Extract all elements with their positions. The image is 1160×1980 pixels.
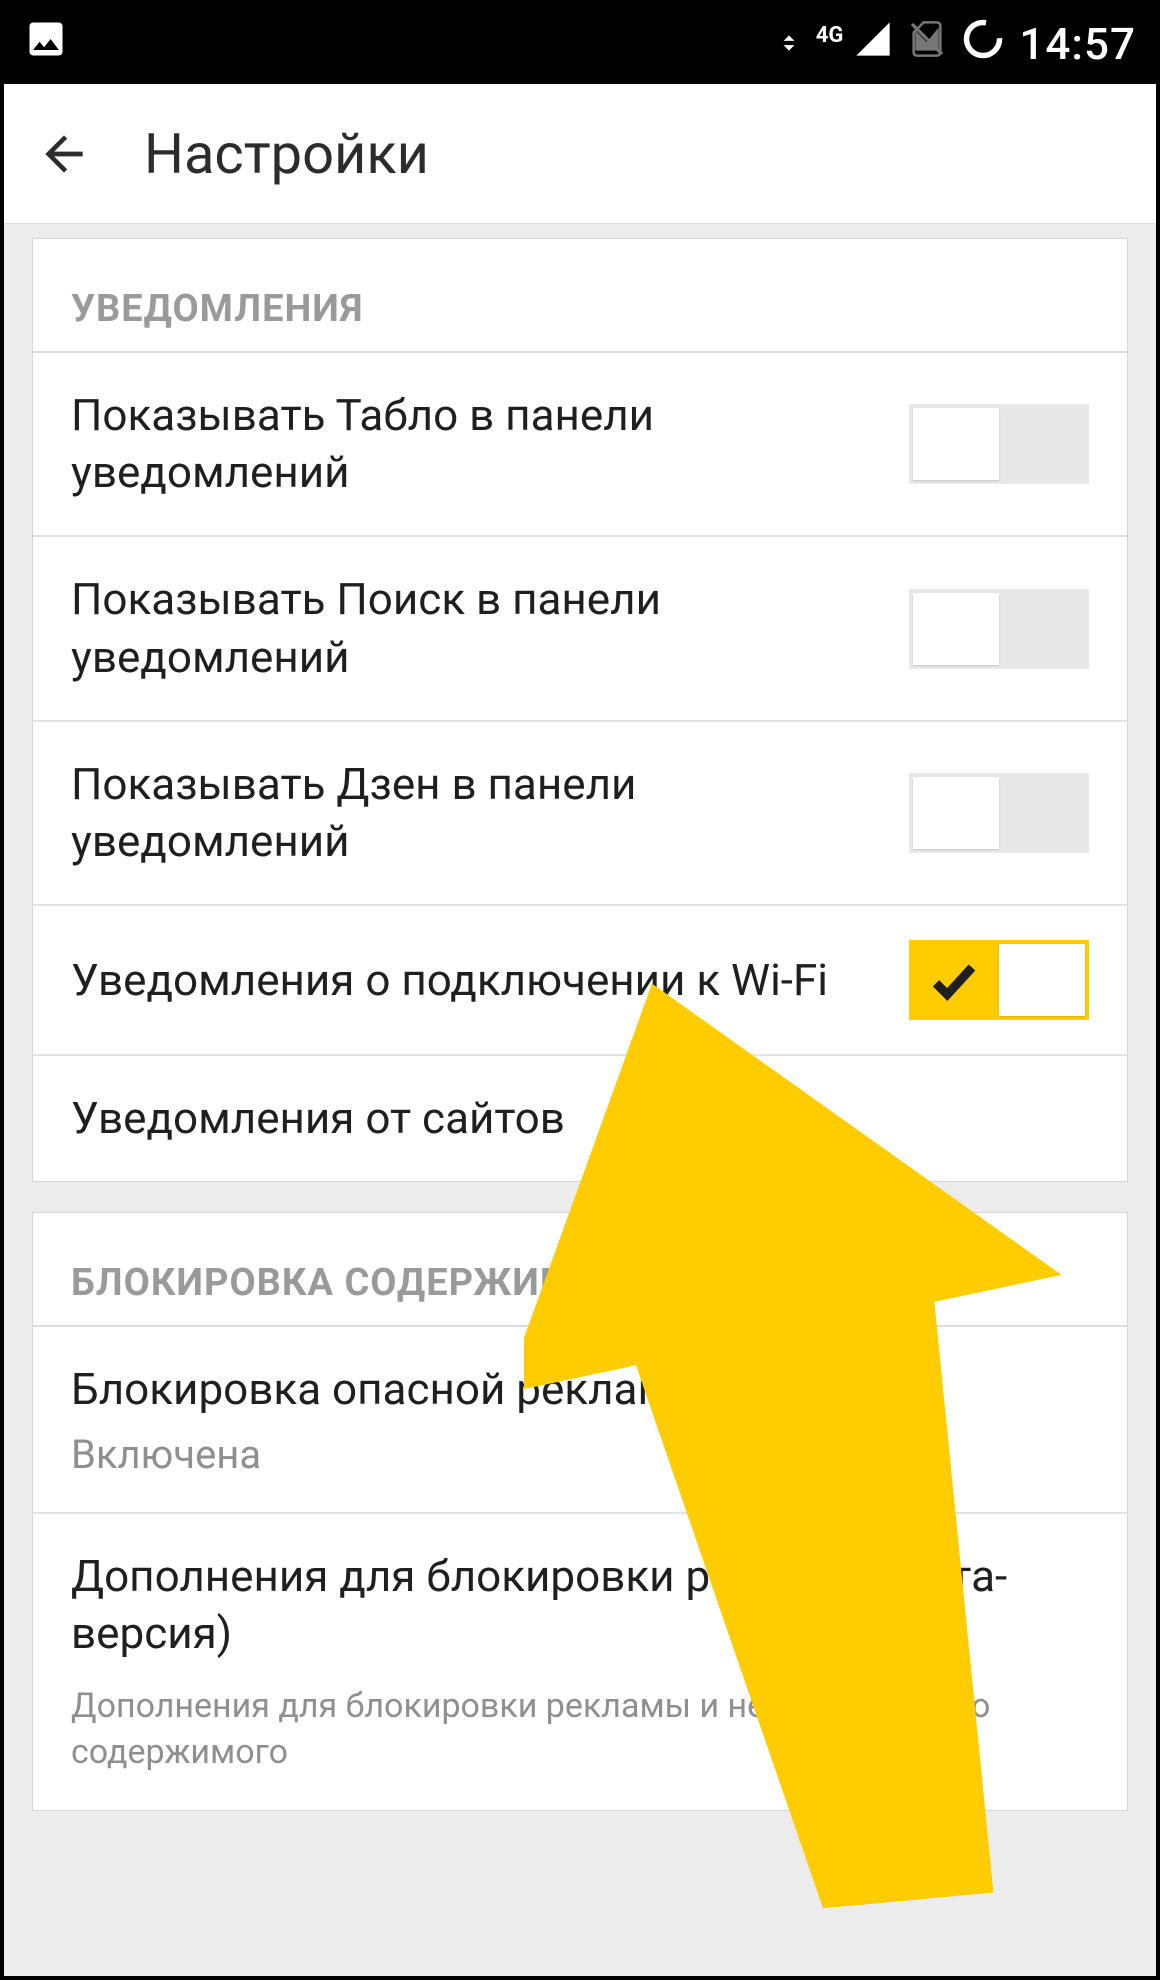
- setting-row-zen[interactable]: Показывать Дзен в панели уведомлений: [33, 722, 1127, 906]
- photo-icon: [24, 17, 68, 71]
- check-icon: [927, 954, 981, 1008]
- toggle-wifi[interactable]: [909, 940, 1089, 1020]
- setting-row-site-notifications[interactable]: Уведомления от сайтов: [33, 1056, 1127, 1181]
- setting-row-adblock[interactable]: Блокировка опасной рекламы Включена: [33, 1327, 1127, 1513]
- setting-row-wifi[interactable]: Уведомления о подключении к Wi-Fi: [33, 906, 1127, 1056]
- loading-icon: [961, 17, 1005, 71]
- app-bar: Настройки: [4, 84, 1156, 224]
- toggle-search[interactable]: [909, 589, 1089, 669]
- updown-icon: [776, 21, 802, 68]
- signal-icon: [853, 19, 893, 69]
- section-notifications: УВЕДОМЛЕНИЯ Показывать Табло в панели ув…: [32, 238, 1128, 1182]
- network-label: 4G: [816, 23, 844, 48]
- setting-row-search[interactable]: Показывать Поиск в панели уведомлений: [33, 537, 1127, 721]
- section-header-notifications: УВЕДОМЛЕНИЯ: [33, 239, 1127, 353]
- setting-row-tablo[interactable]: Показывать Табло в панели уведомлений: [33, 353, 1127, 537]
- section-header-blocking: БЛОКИРОВКА СОДЕРЖИМОГО: [33, 1213, 1127, 1327]
- setting-help: Дополнения для блокировки рекламы и неже…: [71, 1684, 1089, 1776]
- page-title: Настройки: [144, 121, 429, 187]
- setting-row-addons[interactable]: Дополнения для блокировки рекламы (Бета-…: [33, 1514, 1127, 1810]
- toggle-tablo[interactable]: [909, 404, 1089, 484]
- clock: 14:57: [1019, 18, 1136, 70]
- toggle-zen[interactable]: [909, 773, 1089, 853]
- setting-label: Уведомления о подключении к Wi-Fi: [71, 952, 909, 1009]
- setting-label: Показывать Поиск в панели уведомлений: [71, 571, 909, 685]
- setting-label: Показывать Дзен в панели уведомлений: [71, 756, 909, 870]
- setting-label: Дополнения для блокировки рекламы (Бета-…: [71, 1548, 1089, 1662]
- back-button[interactable]: [34, 124, 94, 184]
- no-sim-icon: [907, 19, 947, 69]
- section-blocking: БЛОКИРОВКА СОДЕРЖИМОГО Блокировка опасно…: [32, 1212, 1128, 1810]
- setting-label: Показывать Табло в панели уведомлений: [71, 387, 909, 501]
- status-bar: 4G 14:57: [4, 4, 1156, 84]
- settings-content[interactable]: УВЕДОМЛЕНИЯ Показывать Табло в панели ув…: [4, 224, 1156, 1976]
- setting-label: Уведомления от сайтов: [71, 1090, 1089, 1147]
- setting-sublabel: Включена: [71, 1431, 1089, 1478]
- setting-label: Блокировка опасной рекламы: [71, 1361, 1089, 1418]
